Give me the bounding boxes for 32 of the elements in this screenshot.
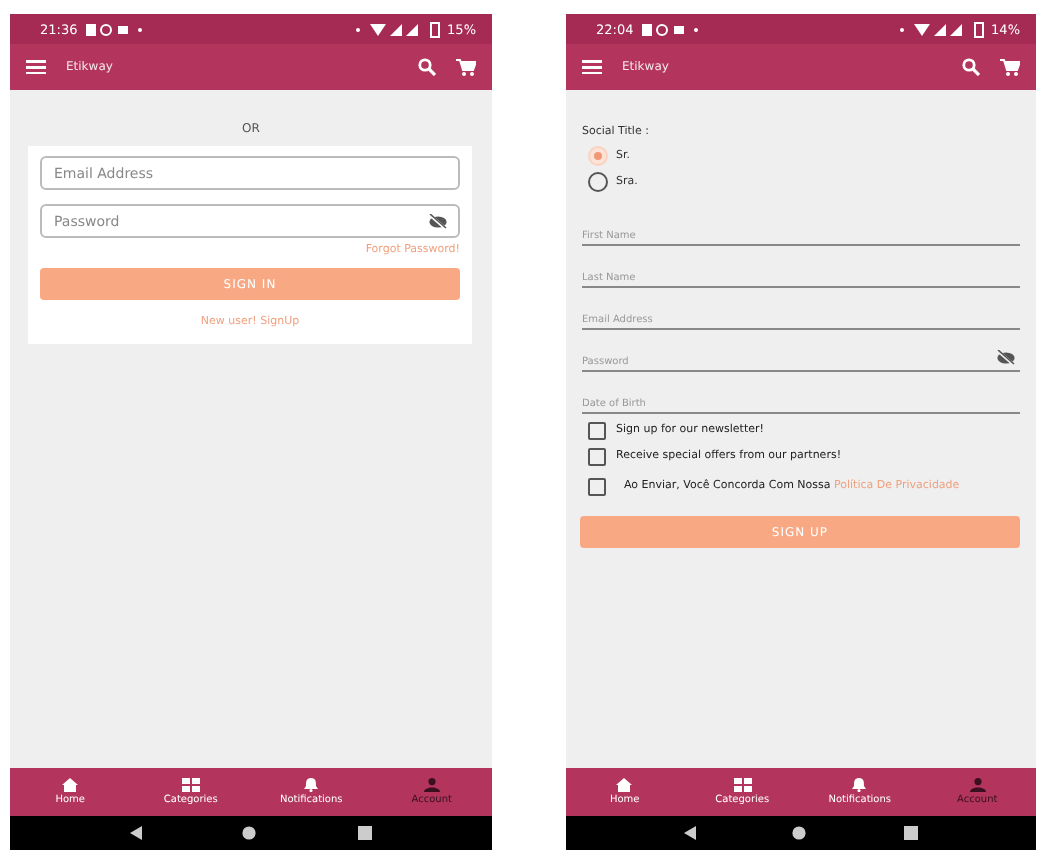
grid-icon — [733, 778, 752, 792]
checkbox[interactable] — [588, 478, 606, 496]
home-icon — [616, 778, 633, 792]
home-icon — [62, 778, 79, 792]
menu-icon[interactable] — [26, 60, 46, 74]
home-circle-icon[interactable] — [792, 826, 807, 840]
eye-slash-icon[interactable] — [996, 349, 1016, 365]
eye-slash-icon[interactable] — [428, 213, 448, 229]
notification-icons-icon — [641, 22, 702, 36]
menu-icon[interactable] — [582, 60, 602, 74]
notification-icons-icon — [85, 22, 146, 36]
bell-icon — [852, 778, 867, 792]
signal-icons-icon — [897, 22, 966, 36]
cart-icon[interactable] — [456, 58, 476, 76]
person-icon — [423, 778, 440, 792]
recents-icon[interactable] — [357, 826, 372, 840]
checkbox[interactable] — [588, 422, 606, 440]
bell-icon — [304, 778, 319, 792]
checkbox[interactable] — [588, 448, 606, 466]
search-icon[interactable] — [418, 58, 436, 76]
home-circle-icon[interactable] — [242, 826, 257, 840]
signal-icons-icon — [353, 22, 422, 36]
back-icon[interactable] — [130, 826, 143, 840]
battery-icon — [429, 21, 440, 37]
person-icon — [969, 778, 986, 792]
recents-icon[interactable] — [903, 826, 918, 840]
radio-button[interactable] — [588, 172, 608, 192]
grid-icon — [181, 778, 200, 792]
search-icon[interactable] — [962, 58, 980, 76]
back-icon[interactable] — [684, 826, 697, 840]
battery-icon — [973, 21, 984, 37]
cart-icon[interactable] — [1000, 58, 1020, 76]
